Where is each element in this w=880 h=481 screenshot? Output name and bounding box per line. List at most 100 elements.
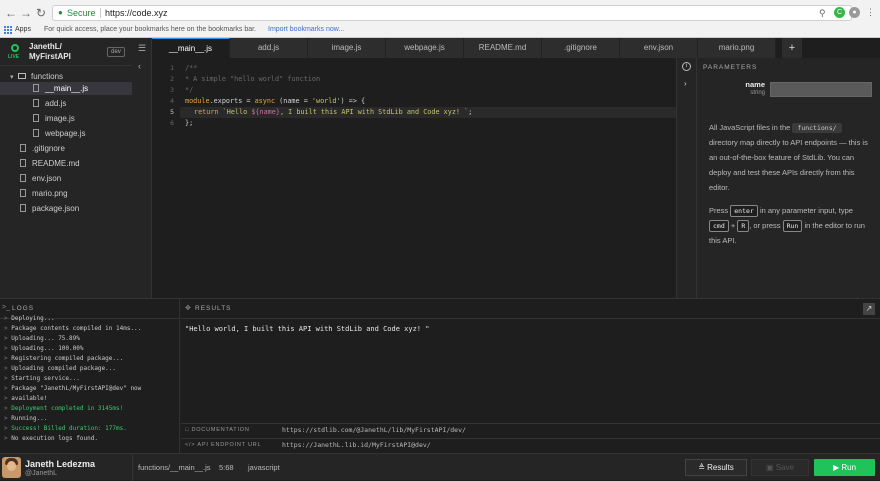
address-url[interactable]: https://code.xyz — [105, 6, 168, 20]
logs-panel: >_ LOGS > Deploying... > Package contents… — [0, 299, 180, 453]
file-icon — [33, 129, 39, 137]
tab-webpage-js[interactable]: webpage.js — [386, 38, 464, 58]
tab-main-js[interactable]: __main__.js — [152, 38, 230, 58]
address-bar[interactable]: ● Secure https://code.xyz ⚲ ☆ — [52, 5, 852, 21]
functions-chip: functions/ — [792, 123, 842, 133]
tab-mario-png[interactable]: mario.png — [698, 38, 776, 58]
import-bookmarks-link[interactable]: Import bookmarks now... — [268, 23, 344, 37]
parameters-description: All JavaScript files in the functions/ d… — [709, 123, 868, 245]
key-icon[interactable]: ⚲ — [819, 6, 826, 20]
menu-kebab-icon[interactable]: ⋮ — [865, 7, 876, 18]
tree-file[interactable]: __main__.js — [0, 82, 132, 95]
tree-file[interactable]: README.md — [20, 157, 80, 170]
file-icon — [33, 99, 39, 107]
run-button[interactable]: ▶ Run — [814, 459, 875, 476]
line-number: 2 — [170, 75, 174, 83]
lock-icon: ● — [58, 8, 63, 17]
stdlib-logo: LIVE — [8, 44, 22, 60]
apps-grid-icon[interactable] — [4, 26, 12, 34]
forward-icon[interactable]: → — [19, 6, 33, 20]
code-line-4: module.exports = async (name = 'world') … — [185, 97, 366, 105]
run-key: Run — [782, 220, 803, 232]
results-button[interactable]: ≜ Results — [685, 459, 747, 476]
tree-file[interactable]: .gitignore — [20, 142, 65, 155]
extension-c-icon[interactable]: C — [834, 7, 845, 18]
tab-image-js[interactable]: image.js — [308, 38, 386, 58]
file-icon — [20, 204, 26, 212]
tab-add-js[interactable]: add.js — [230, 38, 308, 58]
bookmarks-hint: For quick access, place your bookmarks h… — [44, 26, 257, 33]
file-list-icon[interactable]: ☰ — [138, 43, 146, 54]
line-number: 4 — [170, 97, 174, 105]
code-line-6: }; — [185, 119, 194, 127]
line-number: 3 — [170, 86, 174, 94]
expand-icon[interactable]: ↗ — [863, 303, 875, 315]
project-name[interactable]: JanethL/ MyFirstAPI — [29, 42, 71, 62]
reload-icon[interactable]: ↻ — [34, 6, 48, 20]
apps-link[interactable]: Apps — [15, 23, 31, 37]
cmd-key: cmd — [709, 220, 729, 232]
back-icon[interactable]: ← — [4, 6, 18, 20]
play-icon: ▶ — [832, 463, 840, 472]
endpoint-url[interactable]: https://JanethL.lib.id/MyFirstAPI@dev/ — [282, 441, 431, 449]
parameters-heading: PARAMETERS — [703, 64, 758, 71]
results-heading: RESULTS — [195, 305, 232, 312]
save-button[interactable]: ▣ Save — [751, 459, 809, 476]
log-line: > No execution logs found. — [4, 435, 98, 442]
add-tab-button[interactable]: + — [782, 38, 802, 58]
line-number: 5 — [170, 108, 174, 116]
code-line-2: * A simple "hello world" function — [185, 75, 321, 83]
file-icon — [20, 174, 26, 182]
tree-file[interactable]: package.json — [20, 202, 79, 215]
tree-file[interactable]: env.json — [20, 172, 61, 185]
editor-tabs: __main__.js add.js image.js webpage.js READM… — [152, 38, 802, 58]
code-editor[interactable]: 1 2 3 4 5 6 /** * A simple "hello world" func… — [152, 58, 676, 298]
browser-nav-row: ← → ↻ ● Secure https://code.xyz ⚲ ☆ C ● … — [0, 2, 880, 23]
chevron-right-icon[interactable]: › — [684, 79, 687, 88]
log-line: > Package contents compiled in 14ms... — [4, 325, 142, 332]
log-line: > Registering compiled package... — [4, 355, 124, 362]
tree-file[interactable]: mario.png — [20, 187, 68, 200]
tree-file[interactable]: add.js — [0, 97, 132, 110]
tab-env-json[interactable]: env.json — [620, 38, 698, 58]
editor-icon-rail: ☰ ‹ — [132, 38, 152, 298]
avatar[interactable] — [2, 457, 21, 478]
tab-readme-md[interactable]: README.md — [464, 38, 542, 58]
line-number: 1 — [170, 64, 174, 72]
file-icon — [20, 189, 26, 197]
status-divider — [132, 454, 133, 481]
project-header: LIVE JanethL/ MyFirstAPI dev — [0, 38, 132, 66]
documentation-url[interactable]: https://stdlib.com/@JanethL/lib/MyFirstA… — [282, 426, 466, 434]
folder-icon — [18, 73, 26, 79]
file-icon — [20, 144, 26, 152]
extension-grey-icon[interactable]: ● — [849, 7, 860, 18]
tree-file[interactable]: webpage.js — [0, 127, 132, 140]
tree-file[interactable]: image.js — [0, 112, 132, 125]
collapse-left-icon[interactable]: ‹ — [138, 61, 141, 71]
code-line-1: /** — [185, 64, 198, 72]
file-icon — [33, 84, 39, 92]
enter-key: enter — [730, 205, 758, 217]
env-badge[interactable]: dev — [107, 47, 125, 57]
log-line: > available! — [4, 395, 48, 402]
log-line: > Uploading... 75.89% — [4, 335, 80, 342]
log-line: > Starting service... — [4, 375, 80, 382]
results-panel: ✥ RESULTS ↗ "Hello world, I built this A… — [181, 299, 880, 453]
line-gutter: 1 2 3 4 5 6 — [152, 58, 180, 298]
r-key: R — [737, 220, 750, 232]
tab-gitignore[interactable]: .gitignore — [542, 38, 620, 58]
log-line: > Deploying... — [4, 315, 55, 322]
status-cursor-position: 5:68 — [219, 463, 234, 472]
log-line: > Uploading... 100.00% — [4, 345, 84, 352]
info-icon[interactable]: i — [682, 62, 691, 71]
status-language[interactable]: javascript — [248, 463, 280, 472]
results-header: ✥ RESULTS ↗ — [181, 299, 880, 319]
documentation-row: □ DOCUMENTATION https://stdlib.com/@Jane… — [181, 423, 880, 437]
log-line: > Deployment completed in 3145ms! — [4, 405, 124, 412]
chevrons-down-icon: ≜ — [698, 463, 705, 472]
parameters-rail: i › — [677, 58, 697, 298]
param-name-input[interactable] — [770, 82, 872, 97]
terminal-icon: >_ — [2, 304, 10, 311]
documentation-label: □ DOCUMENTATION — [185, 427, 250, 433]
parameters-panel: i › PARAMETERS name string All JavaScrip… — [676, 58, 880, 298]
